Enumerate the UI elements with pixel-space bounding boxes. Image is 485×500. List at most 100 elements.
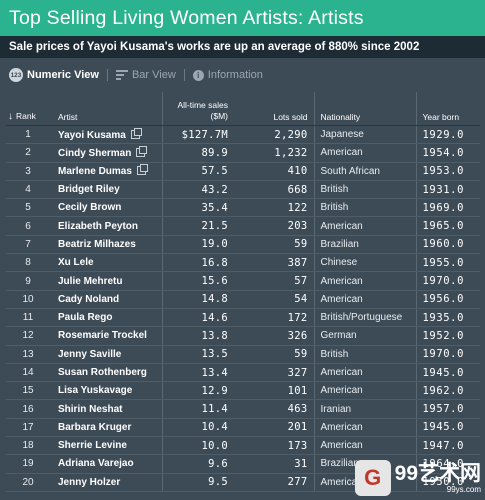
artist-name: Lisa Yuskavage [58,385,133,397]
nationality-cell: American [313,363,416,383]
table-row[interactable]: 9 Julie Mehretu 15.6 57 American 1970.0 [6,271,480,291]
table-row[interactable]: 5 Cecily Brown 35.4 122 British 1969.0 [6,198,480,218]
table-row[interactable]: 4 Bridget Riley 43.2 668 British 1931.0 [6,180,480,200]
page-title: Top Selling Living Women Artists: Artist… [9,6,364,29]
sales-cell: 10.4 [161,418,234,438]
table-row[interactable]: 7 Beatriz Milhazes 19.0 59 Brazilian 1960.0 [6,235,480,255]
sales-cell: $127.7M [161,125,234,145]
external-link-icon[interactable] [136,145,148,157]
table-row[interactable]: 16 Shirin Neshat 11.4 463 Iranian 1957.0 [6,399,480,419]
sales-cell: 89.9 [161,143,234,163]
sales-cell: 19.0 [161,235,234,255]
information-button[interactable]: i Information [192,69,263,81]
rank-cell: 3 [6,162,50,181]
year-cell: 1945.0 [415,363,480,383]
lots-cell: 2,290 [234,125,314,145]
rank-cell: 2 [6,143,50,163]
view-toolbar: 123 Numeric View Bar View i Information [0,58,485,92]
lots-cell: 122 [234,198,314,218]
year-cell: 1953.0 [415,162,480,181]
table-header-row: ↓ Rank Artist All-time sales ($M) Lots sol… [6,92,480,126]
year-cell: 1956.0 [415,290,480,309]
table-row[interactable]: 18 Sherrie Levine 10.0 173 American 1947.0 [6,436,480,456]
rank-cell: 9 [6,271,50,291]
artist-name: Rosemarie Trockel [58,330,147,342]
watermark-text: 99艺术网 [394,461,481,485]
artist-cell: Beatriz Milhazes [50,235,162,255]
rank-column-header[interactable]: ↓ Rank [6,92,50,126]
rank-cell: 16 [6,399,50,419]
external-link-icon[interactable] [136,164,148,176]
rank-cell: 4 [6,180,50,200]
table-row[interactable]: 13 Jenny Saville 13.5 59 British 1970.0 [6,345,480,364]
table-row[interactable]: 12 Rosemarie Trockel 13.8 326 German 1952.0 [6,326,480,346]
artist-cell: Cindy Sherman [50,143,162,163]
artist-column-header[interactable]: Artist [50,92,162,126]
lots-cell: 59 [234,235,314,255]
sales-cell: 13.4 [161,363,234,383]
lots-column-header[interactable]: Lots sold [234,92,314,126]
artist-cell: Sherrie Levine [50,436,162,456]
lots-cell: 172 [234,308,314,328]
year-cell: 1945.0 [415,418,480,438]
numeric-view-button[interactable]: 123 Numeric View [9,68,99,82]
lots-cell: 101 [234,381,314,401]
external-link-icon[interactable] [130,127,142,139]
artist-name: Susan Rothenberg [58,367,147,378]
subtitle-bar: Sale prices of Yayoi Kusama's works are … [0,36,485,58]
year-cell: 1954.0 [415,143,480,163]
year-column-header[interactable]: Year born [415,92,480,126]
table-row[interactable]: 17 Barbara Kruger 10.4 201 American 1945.0 [6,418,480,438]
rank-cell: 19 [6,454,50,474]
sales-column-header[interactable]: All-time sales ($M) [161,92,234,126]
table-row[interactable]: 6 Elizabeth Peyton 21.5 203 American 1965.0 [6,216,480,236]
artist-name: Marlene Dumas [58,166,132,178]
rank-cell: 7 [6,235,50,255]
table-row[interactable]: 1 Yayoi Kusama $127.7M 2,290 Japanese 1929.0 [6,125,480,145]
nationality-cell: American [313,143,416,163]
lots-cell: 387 [234,253,314,273]
year-cell: 1947.0 [415,436,480,456]
bar-view-button[interactable]: Bar View [115,69,176,81]
rank-cell: 20 [6,473,50,492]
table-row[interactable]: 10 Cady Noland 14.8 54 American 1956.0 [6,290,480,309]
table-row[interactable]: 11 Paula Rego 14.6 172 British/Portuguese 193… [6,308,480,328]
sales-cell: 10.0 [161,436,234,456]
artist-name: Beatriz Milhazes [58,238,136,250]
year-cell: 1929.0 [415,125,480,145]
sales-cell: 12.9 [161,381,234,401]
artist-cell: Barbara Kruger [50,418,162,438]
artist-cell: Julie Mehretu [50,271,162,291]
rank-cell: 15 [6,381,50,401]
artist-name: Paula Rego [58,312,113,324]
year-cell: 1970.0 [415,345,480,364]
nationality-column-header[interactable]: Nationality [313,92,416,126]
artist-name: Jenny Saville [58,348,122,360]
year-cell: 1970.0 [415,271,480,291]
table-row[interactable]: 15 Lisa Yuskavage 12.9 101 American 1962.0 [6,381,480,401]
nationality-cell: American [313,418,416,438]
artist-cell: Cecily Brown [50,198,162,218]
nationality-cell: British [313,180,416,200]
table-row[interactable]: 3 Marlene Dumas 57.5 410 South African 1953.0 [6,162,480,181]
sales-cell: 9.5 [161,473,234,492]
toolbar-divider [183,69,185,81]
rank-cell: 8 [6,253,50,273]
watermark: G 99艺术网 99ys.com [354,460,481,496]
artist-cell: Lisa Yuskavage [50,381,162,401]
sort-down-arrow-icon: ↓ [8,111,13,122]
artist-cell: Elizabeth Peyton [50,216,162,236]
table-row[interactable]: 14 Susan Rothenberg 13.4 327 American 1945.0 [6,363,480,383]
year-cell: 1960.0 [415,235,480,255]
rank-cell: 17 [6,418,50,438]
artist-name: Jenny Holzer [58,476,121,488]
sales-cell: 57.5 [161,162,234,181]
lots-cell: 410 [234,162,314,181]
page-subtitle: Sale prices of Yayoi Kusama's works are … [9,41,420,53]
table-row[interactable]: 2 Cindy Sherman 89.9 1,232 American 1954.0 [6,143,480,163]
artists-table: ↓ Rank Artist All-time sales ($M) Lots sol… [6,92,480,492]
lots-cell: 31 [234,454,314,474]
year-cell: 1952.0 [415,326,480,346]
artist-name: Barbara Kruger [58,421,132,433]
table-row[interactable]: 8 Xu Lele 16.8 387 Chinese 1955.0 [6,253,480,273]
